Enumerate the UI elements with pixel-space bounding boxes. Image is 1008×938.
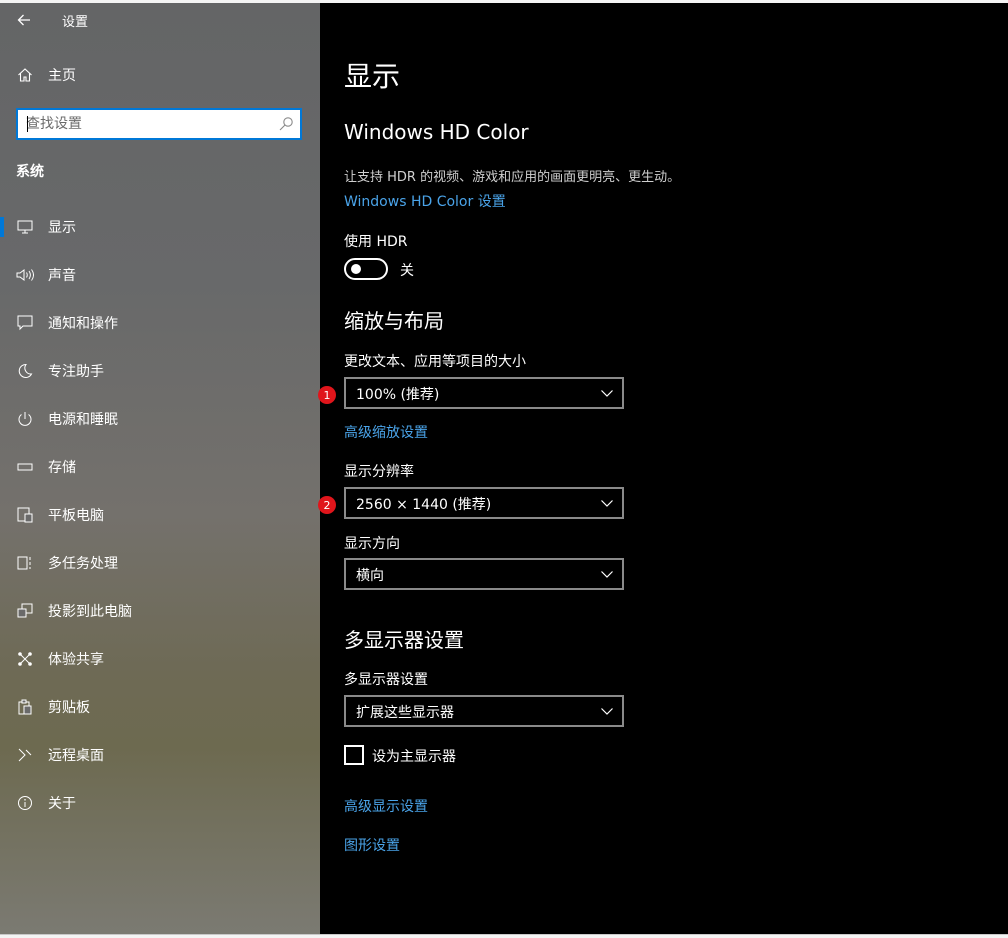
scale-size-label: 更改文本、应用等项目的大小 [344, 354, 526, 370]
sidebar-item-label: 关于 [48, 796, 76, 812]
moon-icon [16, 362, 34, 380]
sidebar-item-tablet[interactable]: 平板电脑 [0, 491, 320, 539]
resolution-dropdown[interactable]: 2 2560 × 1440 (推荐) [318, 487, 624, 519]
sidebar-item-notifications[interactable]: 通知和操作 [0, 299, 320, 347]
multi-display-label: 多显示器设置 [344, 672, 428, 688]
back-button[interactable] [10, 8, 38, 32]
orientation-label: 显示方向 [344, 536, 400, 552]
sidebar-item-label: 主页 [48, 68, 76, 84]
sidebar-item-display[interactable]: 显示 [0, 203, 320, 251]
chevron-down-icon [601, 571, 613, 578]
sidebar-item-label: 平板电脑 [48, 508, 104, 524]
advanced-display-link[interactable]: 高级显示设置 [344, 796, 428, 816]
app-title: 设置 [62, 15, 89, 30]
sidebar-item-focus-assist[interactable]: 专注助手 [0, 347, 320, 395]
notification-icon [16, 314, 34, 332]
page-title: 显示 [344, 60, 401, 93]
search-icon[interactable] [278, 116, 294, 132]
sidebar-item-label: 存储 [48, 460, 76, 476]
title-bar: 设置 [0, 3, 320, 35]
power-icon [16, 410, 34, 428]
sidebar-item-label: 显示 [48, 220, 76, 236]
sidebar-item-power[interactable]: 电源和睡眠 [0, 395, 320, 443]
scale-heading: 缩放与布局 [344, 309, 444, 333]
sidebar-item-storage[interactable]: 存储 [0, 443, 320, 491]
hdr-heading: Windows HD Color [344, 120, 529, 144]
sidebar: 设置 主页 系统 显示 声音 通知和操作 专注助手 [0, 3, 320, 934]
toggle-knob [351, 264, 361, 274]
tablet-icon [16, 506, 34, 524]
sidebar-item-label: 多任务处理 [48, 556, 118, 572]
sidebar-item-label: 远程桌面 [48, 748, 104, 764]
multitask-icon [16, 554, 34, 572]
sidebar-item-label: 电源和睡眠 [48, 412, 118, 428]
sidebar-item-label: 声音 [48, 268, 76, 284]
sidebar-nav: 显示 声音 通知和操作 专注助手 电源和睡眠 存储 平板电脑 多任务处理 投影到… [0, 203, 320, 827]
sidebar-item-label: 通知和操作 [48, 316, 118, 332]
chevron-down-icon [601, 500, 613, 507]
sidebar-item-shared-experiences[interactable]: 体验共享 [0, 635, 320, 683]
hdr-settings-link[interactable]: Windows HD Color 设置 [344, 191, 506, 211]
sidebar-item-multitasking[interactable]: 多任务处理 [0, 539, 320, 587]
sidebar-item-label: 投影到此电脑 [48, 604, 132, 620]
sidebar-item-home[interactable]: 主页 [0, 55, 320, 95]
sidebar-item-label: 体验共享 [48, 652, 104, 668]
main-display-checkbox-label: 设为主显示器 [372, 749, 456, 765]
chevron-down-icon [601, 708, 613, 715]
project-icon [16, 602, 34, 620]
sidebar-item-label: 剪贴板 [48, 700, 90, 716]
hdr-description: 让支持 HDR 的视频、游戏和应用的画面更明亮、更生动。 [344, 170, 681, 185]
orientation-dropdown[interactable]: 横向 [344, 558, 624, 590]
sidebar-item-project[interactable]: 投影到此电脑 [0, 587, 320, 635]
graphics-settings-link[interactable]: 图形设置 [344, 835, 400, 855]
back-arrow-icon [17, 14, 30, 26]
speaker-icon [16, 266, 34, 284]
chevron-down-icon [601, 390, 613, 397]
dropdown-value: 2560 × 1440 (推荐) [356, 497, 492, 513]
annotation-badge: 1 [318, 386, 336, 404]
clipboard-icon [16, 698, 34, 716]
text-caret [27, 116, 28, 132]
dropdown-value: 100% (推荐) [356, 387, 440, 403]
scale-dropdown[interactable]: 1 100% (推荐) [318, 377, 624, 409]
search-input[interactable] [26, 110, 276, 138]
annotation-badge: 2 [318, 496, 336, 514]
share-icon [16, 650, 34, 668]
hdr-toggle-label: 使用 HDR [344, 234, 408, 250]
sidebar-item-clipboard[interactable]: 剪贴板 [0, 683, 320, 731]
main-display-checkbox[interactable] [344, 745, 364, 765]
dropdown-value: 扩展这些显示器 [356, 705, 454, 721]
multi-display-dropdown[interactable]: 扩展这些显示器 [344, 695, 624, 727]
hdr-toggle-state: 关 [400, 263, 414, 279]
info-icon [16, 794, 34, 812]
hdr-toggle[interactable] [344, 258, 388, 280]
main-content: 显示 Windows HD Color 让支持 HDR 的视频、游戏和应用的画面… [318, 3, 1008, 934]
sidebar-item-about[interactable]: 关于 [0, 779, 320, 827]
background-window-strip-bottom [0, 934, 1008, 938]
sidebar-item-sound[interactable]: 声音 [0, 251, 320, 299]
storage-icon [16, 458, 34, 476]
sidebar-item-remote-desktop[interactable]: 远程桌面 [0, 731, 320, 779]
monitor-icon [16, 218, 34, 236]
section-header: 系统 [16, 164, 44, 180]
advanced-scaling-link[interactable]: 高级缩放设置 [344, 422, 428, 442]
remote-desktop-icon [16, 746, 34, 764]
search-box[interactable] [16, 108, 302, 140]
resolution-label: 显示分辨率 [344, 464, 414, 480]
home-icon [16, 66, 34, 84]
sidebar-item-label: 专注助手 [48, 364, 104, 380]
dropdown-value: 横向 [356, 568, 384, 584]
multi-display-heading: 多显示器设置 [344, 628, 464, 652]
